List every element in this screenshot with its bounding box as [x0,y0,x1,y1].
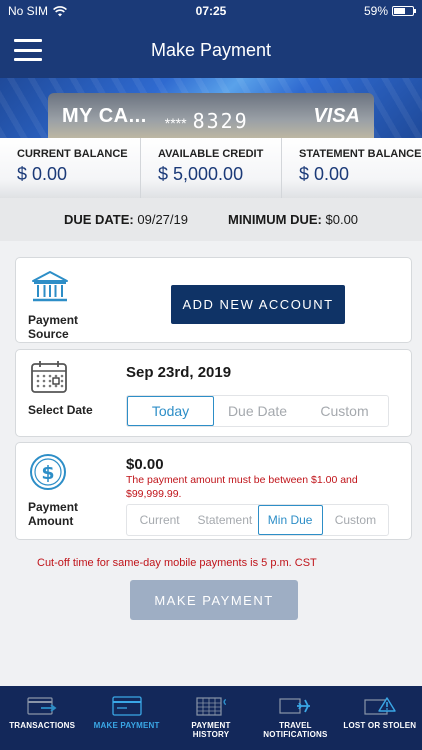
visa-logo: VISA [313,105,360,127]
wifi-icon [53,5,67,16]
payment-amount-label: Payment Amount [28,500,78,528]
card-arrow-icon [27,697,57,715]
svg-text:G: G [223,698,226,707]
tab-transactions[interactable]: TRANSACTIONS [0,686,84,750]
payment-source-label: Payment Source [28,313,78,341]
battery-percent: 59% [363,4,388,18]
date-option-due-date[interactable]: Due Date [214,396,301,426]
amount-option-min-due[interactable]: Min Due [257,505,323,535]
battery: 59% [363,4,416,18]
card-name: MY CA... [62,105,147,127]
select-date-col: Select Date [28,360,93,417]
dollar-icon: $ [30,454,66,490]
add-new-account-button[interactable]: ADD NEW ACCOUNT [171,285,345,324]
cutoff-notice: Cut-off time for same-day mobile payment… [37,557,317,569]
calendar-icon: G [196,697,226,716]
card-last4: 8329 [192,109,249,133]
label-line: Source [28,327,69,341]
due-info-bar: DUE DATE: 09/27/19 MINIMUM DUE: $0.00 [0,198,422,241]
amount-error-message: The payment amount must be between $1.00… [126,474,358,500]
amount-option-statement[interactable]: Statement [192,505,257,535]
tab-label: TRAVEL NOTIFICATIONS [263,721,328,739]
date-option-today[interactable]: Today [127,396,215,426]
carrier-label: No SIM [8,4,49,18]
current-balance: CURRENT BALANCE $ 0.00 [0,138,141,198]
tab-lost-or-stolen[interactable]: LOST OR STOLEN [338,686,422,750]
label-line: Amount [28,514,74,528]
balance-label: CURRENT BALANCE [17,148,128,160]
hamburger-menu-icon[interactable] [14,39,42,61]
label-line: Payment [28,500,79,514]
select-date-label: Select Date [28,403,93,417]
amount-option-current[interactable]: Current [127,505,192,535]
app-header: Make Payment [0,22,422,78]
card-icon [111,696,142,716]
minimum-due: MINIMUM DUE: $0.00 [228,212,358,227]
select-date-panel: Select Date Sep 23rd, 2019 Today Due Dat… [15,349,412,437]
card-number: **** 8329 [165,109,249,133]
amount-segmented-control: Current Statement Min Due Custom [126,504,389,536]
due-date-value: 09/27/19 [137,212,188,227]
calendar-icon [31,361,67,393]
payment-source-col: Payment Source [28,270,78,341]
available-credit: AVAILABLE CREDIT $ 5,000.00 [141,138,282,198]
balance-value: $ 0.00 [17,164,68,184]
tab-make-payment[interactable]: MAKE PAYMENT [84,686,168,750]
battery-icon [392,6,416,16]
carrier: No SIM [8,4,67,18]
balance-value: $ 0.00 [299,164,350,184]
balance-label: STATEMENT BALANCE [299,148,422,160]
balances-row: CURRENT BALANCE $ 0.00 AVAILABLE CREDIT … [0,138,422,198]
bottom-tab-bar: TRANSACTIONS MAKE PAYMENT G PAYMENTHISTO… [0,686,422,750]
credit-card[interactable]: MY CA... **** 8329 VISA [48,93,374,138]
card-banner: MY CA... **** 8329 VISA [0,78,422,138]
svg-text:$: $ [41,462,54,484]
label-line: Payment [28,313,79,327]
minimum-due-value: $0.00 [325,212,359,227]
balance-value: $ 5,000.00 [158,164,244,184]
amount-option-custom[interactable]: Custom [323,505,388,535]
payment-amount-panel: $ Payment Amount $0.00 The payment amoun… [15,442,412,540]
date-option-custom[interactable]: Custom [301,396,388,426]
minimum-due-label: MINIMUM DUE: [227,212,322,227]
date-segmented-control: Today Due Date Custom [126,395,389,427]
tab-travel-notifications[interactable]: TRAVEL NOTIFICATIONS [253,686,337,750]
card-mask: **** [164,115,187,131]
tab-payment-history[interactable]: G PAYMENTHISTORY [169,686,253,750]
page-title: Make Payment [150,39,272,60]
statement-balance: STATEMENT BALANCE $ 0.00 [282,138,422,198]
payment-source-panel: Payment Source ADD NEW ACCOUNT [15,257,412,343]
selected-date: Sep 23rd, 2019 [126,364,232,381]
payment-amount-value: $0.00 [126,456,164,473]
due-date: DUE DATE: 09/27/19 [64,212,188,227]
plane-icon [279,698,311,714]
bank-icon [32,271,68,302]
warning-icon [364,697,396,715]
tab-label: LOST OR STOLEN [343,721,417,730]
tab-label: TRANSACTIONS [9,721,76,730]
tab-label: MAKE PAYMENT [93,721,160,730]
due-date-label: DUE DATE: [63,212,134,227]
payment-amount-col: $ Payment Amount [28,453,78,528]
status-bar: No SIM 07:25 59% [0,0,422,22]
tab-label: PAYMENT HISTORY [191,721,231,739]
balance-label: AVAILABLE CREDIT [158,148,264,160]
make-payment-button[interactable]: MAKE PAYMENT [130,580,298,620]
